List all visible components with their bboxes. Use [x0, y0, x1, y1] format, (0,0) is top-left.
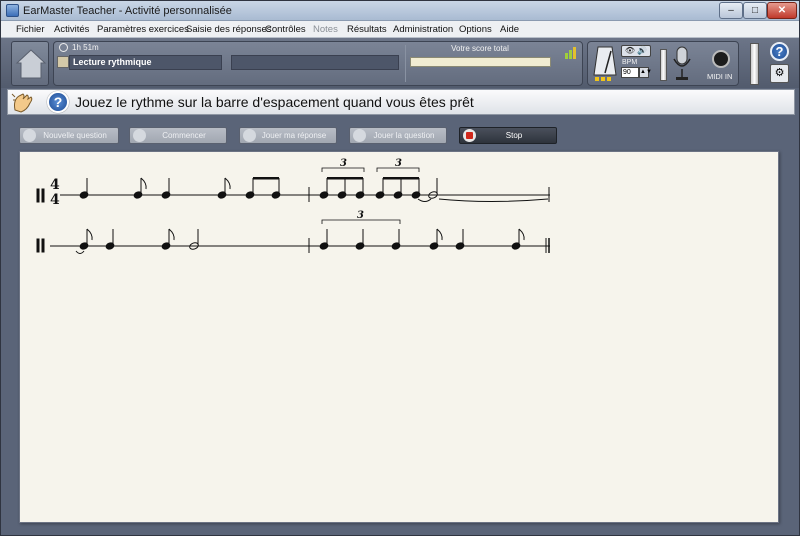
tuplet-number: 3 — [357, 210, 364, 221]
menu-parametres-exercices[interactable]: Paramètres exercices — [97, 24, 189, 35]
window-title: EarMaster Teacher - Activité personnalis… — [23, 5, 232, 17]
percussion-clef — [36, 238, 40, 253]
exercise-detail-field — [231, 55, 399, 70]
percussion-clef — [36, 188, 40, 203]
menu-controles[interactable]: Contrôles — [265, 24, 306, 35]
level-meter-icon — [565, 47, 576, 59]
question-icon: ? — [47, 91, 69, 113]
panel-divider — [405, 45, 406, 82]
menu-notes[interactable]: Notes — [313, 24, 338, 35]
note — [429, 228, 443, 250]
note — [79, 178, 89, 199]
stop-icon — [463, 129, 476, 142]
midi-port-icon — [712, 50, 730, 68]
tie — [75, 250, 85, 254]
time-signature-top: 4 — [50, 177, 60, 193]
staff-2: 3 — [36, 210, 550, 254]
note — [411, 178, 421, 199]
tie — [417, 198, 432, 202]
master-volume-slider[interactable] — [750, 43, 759, 85]
note — [319, 229, 329, 250]
play-icon — [133, 129, 146, 142]
star-icon — [23, 129, 36, 142]
metronome-icon[interactable] — [593, 45, 617, 83]
menu-resultats[interactable]: Résultats — [347, 24, 387, 35]
maximize-button[interactable]: □ — [743, 2, 767, 19]
note — [245, 178, 255, 199]
beam — [383, 177, 419, 180]
play-answer-icon — [243, 129, 256, 142]
score-bar — [410, 57, 551, 67]
menu-bar: Fichier Activités Paramètres exercices S… — [1, 21, 799, 38]
menu-saisie-reponses[interactable]: Saisie des réponses — [186, 24, 272, 35]
home-button[interactable] — [11, 41, 49, 86]
note — [375, 178, 385, 199]
note — [161, 228, 175, 250]
new-question-button[interactable]: Nouvelle question — [19, 127, 119, 144]
rhythm-score: 4 4 3 3 3 — [36, 158, 550, 254]
instruction-text: Jouez le rythme sur la barre d'espacemen… — [75, 94, 474, 110]
menu-options[interactable]: Options — [459, 24, 492, 35]
home-icon — [15, 49, 47, 79]
half-note — [428, 178, 438, 199]
note — [355, 229, 365, 250]
menu-fichier[interactable]: Fichier — [16, 24, 45, 35]
metronome-visibility-toggle[interactable]: 👁 🔊 — [621, 45, 651, 57]
note — [391, 229, 401, 250]
bpm-input[interactable]: 90 — [621, 67, 639, 78]
bpm-label: BPM — [622, 59, 638, 66]
tie — [438, 198, 549, 202]
note — [133, 177, 147, 199]
note — [511, 228, 525, 250]
metronome-volume-slider[interactable] — [660, 49, 667, 81]
tuplet-number: 3 — [340, 158, 347, 169]
beam — [253, 177, 279, 180]
play-question-icon — [353, 129, 366, 142]
score-label: Votre score total — [451, 44, 509, 53]
app-window: EarMaster Teacher - Activité personnalis… — [0, 0, 800, 536]
microphone-icon[interactable] — [671, 45, 693, 83]
half-note — [189, 229, 199, 250]
note — [161, 178, 171, 199]
start-button[interactable]: Commencer — [129, 127, 227, 144]
play-answer-button[interactable]: Jouer ma réponse — [239, 127, 337, 144]
title-bar: EarMaster Teacher - Activité personnalis… — [1, 1, 799, 21]
menu-aide[interactable]: Aide — [500, 24, 519, 35]
midi-in-label: MIDI IN — [707, 72, 733, 81]
note — [355, 178, 365, 199]
exercise-name: Lecture rythmique — [69, 55, 222, 70]
beam — [327, 177, 363, 180]
settings-button[interactable]: ⚙ — [770, 64, 789, 83]
tuplet-number: 3 — [395, 158, 402, 169]
play-question-button[interactable]: Jouer la question — [349, 127, 447, 144]
note — [455, 229, 465, 250]
note — [105, 229, 115, 250]
menu-administration[interactable]: Administration — [393, 24, 453, 35]
note — [393, 178, 403, 199]
note — [79, 228, 93, 250]
time-signature-bottom: 4 — [50, 192, 60, 208]
staff-1: 4 4 3 3 — [36, 158, 550, 208]
help-button[interactable]: ? — [770, 42, 789, 61]
score-sheet: 4 4 3 3 3 — [19, 151, 779, 523]
stop-button[interactable]: Stop — [459, 127, 557, 144]
note — [271, 178, 281, 199]
clock-icon — [59, 43, 68, 52]
note — [319, 178, 329, 199]
app-icon — [6, 4, 19, 17]
note — [217, 177, 231, 199]
exercise-icon — [57, 56, 69, 68]
elapsed-time: 1h 51m — [72, 43, 99, 52]
menu-activites[interactable]: Activités — [54, 24, 89, 35]
minimize-button[interactable]: – — [719, 2, 743, 19]
note — [337, 178, 347, 199]
bpm-spinner[interactable]: ▲▼ — [639, 67, 652, 78]
close-button[interactable]: ✕ — [767, 2, 797, 19]
clapping-hands-icon — [11, 93, 33, 113]
